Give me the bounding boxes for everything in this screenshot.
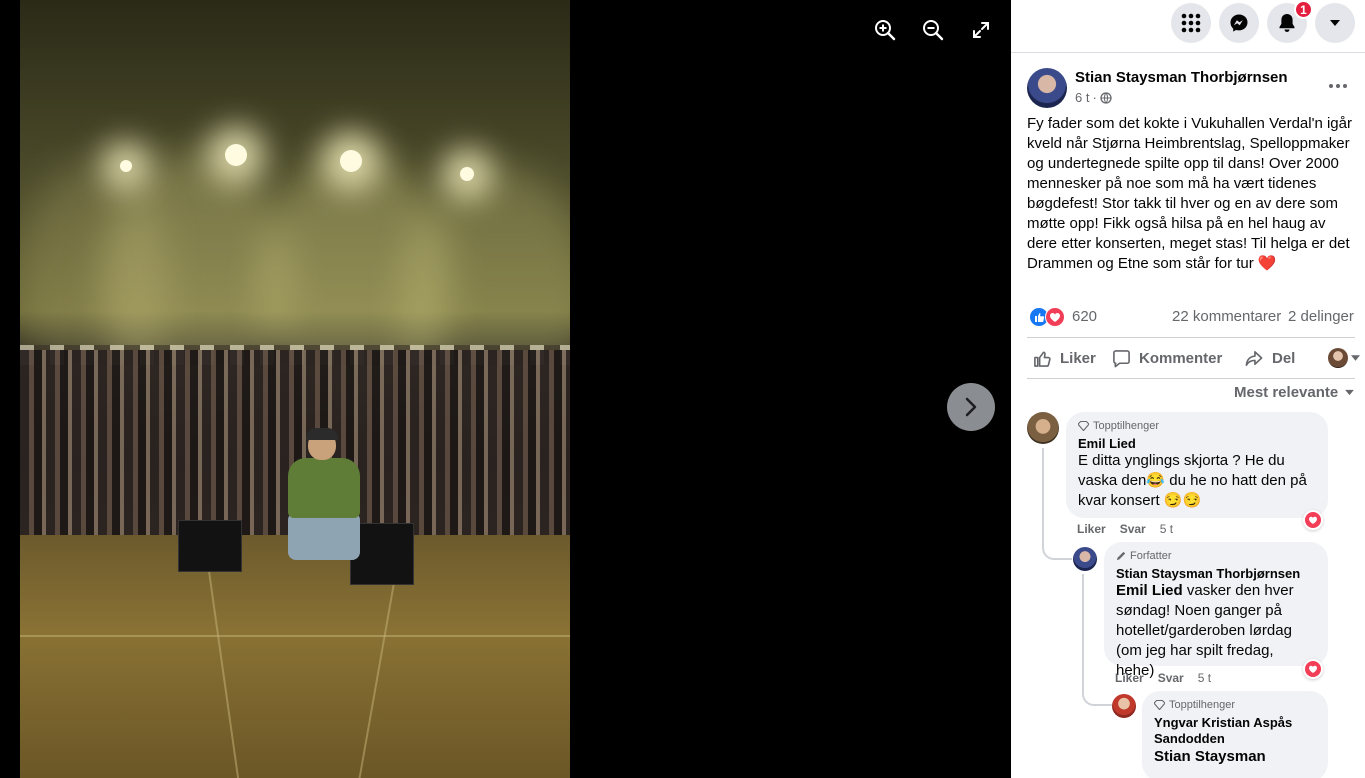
comment-sort-dropdown[interactable]: Mest relevante xyxy=(1234,384,1355,401)
caret-down-icon xyxy=(1345,389,1355,396)
share-icon xyxy=(1245,350,1263,366)
profile-avatar-small xyxy=(1328,348,1348,368)
reply-author[interactable]: Yngvar Kristian Aspås Sandodden xyxy=(1154,715,1316,747)
reaction-icons[interactable] xyxy=(1029,307,1067,327)
reply-thread-line xyxy=(1042,448,1072,560)
messenger-icon xyxy=(1230,14,1248,32)
comment-actions: Liker Svar 5 t xyxy=(1077,522,1173,536)
post-meta: 6 t · xyxy=(1075,90,1112,105)
heart-icon xyxy=(1305,661,1321,677)
comment-like-link[interactable]: Liker xyxy=(1077,522,1106,536)
comment-love-reaction[interactable] xyxy=(1303,510,1323,530)
diamond-icon xyxy=(1078,421,1089,431)
reply-love-reaction[interactable] xyxy=(1303,659,1323,679)
stage-line xyxy=(20,635,570,637)
comment-bubble: Topptilhenger Emil Lied E ditta ynglings… xyxy=(1066,412,1328,518)
reply-author[interactable]: Stian Staysman Thorbjørnsen xyxy=(1116,566,1316,581)
globe-icon xyxy=(1100,91,1112,104)
reactions-summary: 620 22 kommentarer 2 delinger xyxy=(1027,306,1355,328)
like-button[interactable]: Liker xyxy=(1033,342,1096,374)
heart-icon xyxy=(1305,512,1321,528)
shares-count[interactable]: 2 delinger xyxy=(1288,308,1354,325)
react-as-selector[interactable] xyxy=(1328,348,1360,368)
top-bar: 1 xyxy=(1011,0,1365,53)
reply-bubble: Forfatter Stian Staysman Thorbjørnsen Em… xyxy=(1104,542,1328,679)
commenter-avatar[interactable] xyxy=(1027,412,1059,444)
next-photo-button[interactable] xyxy=(947,383,995,431)
reply-author-avatar[interactable] xyxy=(1073,547,1097,571)
notification-count-badge: 1 xyxy=(1294,0,1313,19)
reaction-count[interactable]: 620 xyxy=(1072,308,1097,325)
top-fan-badge: Topptilhenger xyxy=(1154,699,1316,711)
mention-link[interactable]: Emil Lied xyxy=(1116,582,1183,599)
concert-photo[interactable] xyxy=(20,0,570,778)
meta-separator: · xyxy=(1092,90,1097,105)
stage-light xyxy=(120,160,132,172)
comment-text: E ditta ynglings skjorta ? He du vaska d… xyxy=(1078,452,1307,509)
post-author-name[interactable]: Stian Staysman Thorbjørnsen xyxy=(1075,69,1288,86)
notifications-button[interactable]: 1 xyxy=(1267,0,1313,43)
reply-author-avatar[interactable] xyxy=(1112,694,1136,718)
menu-button[interactable] xyxy=(1171,3,1211,43)
post-time[interactable]: 6 t xyxy=(1075,90,1089,105)
post-panel: 1 Stian Staysman Thorbjørnsen 6 t · Fy f… xyxy=(1011,0,1365,778)
divider xyxy=(1027,337,1355,338)
grid-menu-icon xyxy=(1181,13,1201,33)
thumbs-up-icon xyxy=(1034,351,1051,367)
comment-time[interactable]: 5 t xyxy=(1160,522,1173,536)
reply-reply-link[interactable]: Svar xyxy=(1158,671,1184,685)
post-text: Fy fader som det kokte i Vukuhallen Verd… xyxy=(1027,115,1352,272)
account-menu-button[interactable] xyxy=(1315,3,1355,43)
stage-light xyxy=(225,144,247,166)
comment-label: Kommenter xyxy=(1139,349,1223,367)
post-options-button[interactable] xyxy=(1324,74,1352,98)
comment-author[interactable]: Emil Lied xyxy=(1078,436,1316,451)
chevron-right-icon xyxy=(965,397,977,417)
like-label: Liker xyxy=(1060,349,1096,367)
comment-icon xyxy=(1113,349,1130,367)
comments-count[interactable]: 22 kommentarer xyxy=(1172,308,1281,325)
divider xyxy=(1027,378,1355,379)
stage-floor xyxy=(20,535,570,778)
stage-light xyxy=(340,150,362,172)
caret-down-icon xyxy=(1351,355,1360,361)
stage-light xyxy=(460,167,474,181)
reply-text: Stian Staysman xyxy=(1154,747,1316,767)
performer xyxy=(282,428,366,570)
comment-button[interactable]: Kommenter xyxy=(1112,342,1222,374)
reply-like-link[interactable]: Liker xyxy=(1115,671,1144,685)
photo-viewer xyxy=(0,0,1011,778)
author-avatar[interactable] xyxy=(1027,68,1067,108)
reply-bubble: Topptilhenger Yngvar Kristian Aspås Sand… xyxy=(1142,691,1328,778)
mention-link[interactable]: Stian Staysman xyxy=(1154,748,1266,765)
diamond-icon xyxy=(1154,700,1165,710)
author-badge: Forfatter xyxy=(1116,550,1316,562)
reply-actions: Liker Svar 5 t xyxy=(1115,671,1211,685)
love-reaction-icon xyxy=(1045,307,1065,327)
messenger-button[interactable] xyxy=(1219,3,1259,43)
share-button[interactable]: Del xyxy=(1244,342,1295,374)
comment-reply-link[interactable]: Svar xyxy=(1120,522,1146,536)
stage-monitor xyxy=(178,520,242,572)
fullscreen-icon[interactable] xyxy=(965,14,997,46)
pencil-icon xyxy=(1116,551,1126,561)
sort-label: Mest relevante xyxy=(1234,384,1339,401)
zoom-out-icon[interactable] xyxy=(917,14,949,46)
caret-down-icon xyxy=(1330,20,1340,26)
share-label: Del xyxy=(1272,349,1296,367)
top-fan-badge: Topptilhenger xyxy=(1078,420,1316,432)
reply-time[interactable]: 5 t xyxy=(1198,671,1211,685)
reply-text: Emil Lied vasker den hver søndag! Noen g… xyxy=(1116,582,1294,679)
bell-icon xyxy=(1279,14,1295,32)
zoom-in-icon[interactable] xyxy=(869,14,901,46)
